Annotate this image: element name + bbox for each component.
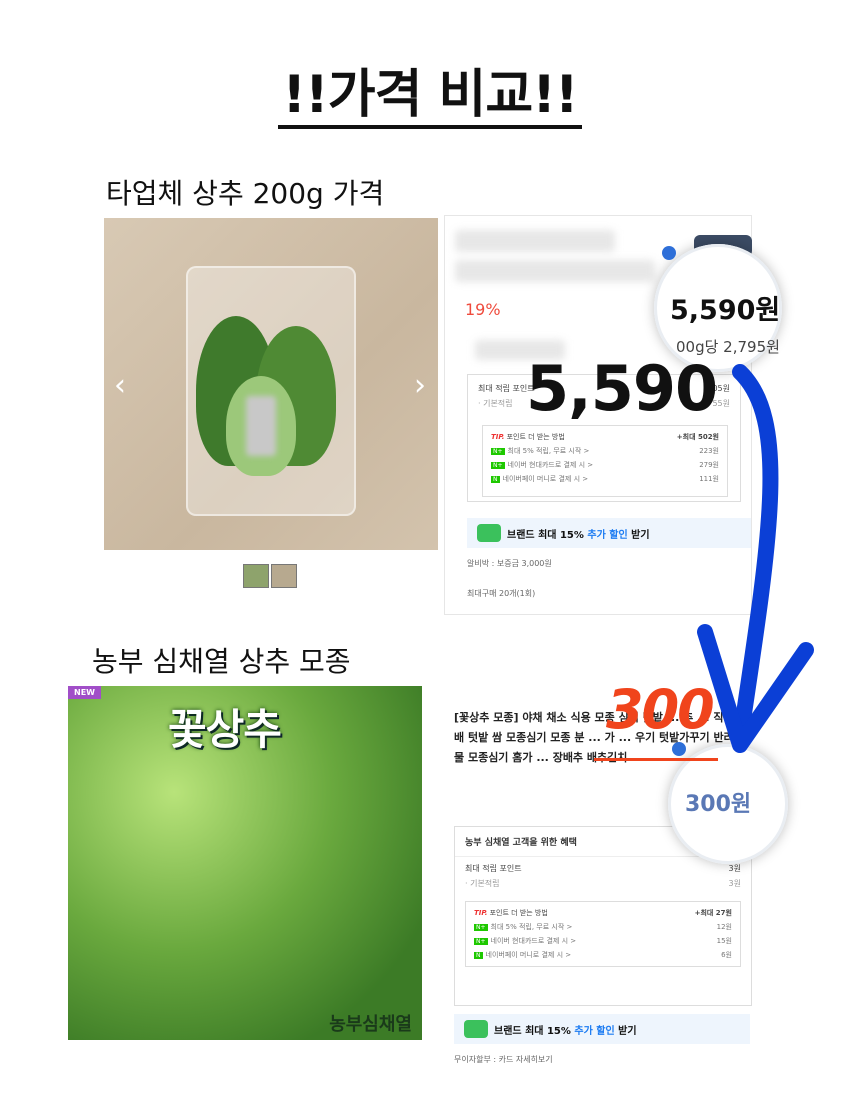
comparison-arrow-icon	[697, 364, 814, 753]
